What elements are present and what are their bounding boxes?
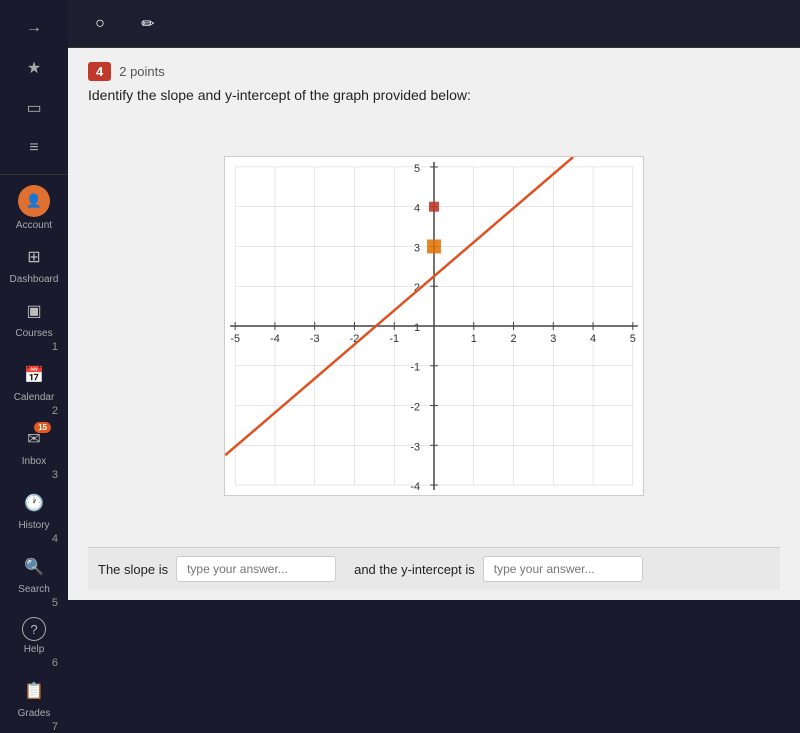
search-icon: 🔍 <box>20 553 48 581</box>
svg-text:-2: -2 <box>410 402 420 414</box>
svg-text:4: 4 <box>590 333 596 345</box>
dashboard-icon: ⊞ <box>20 243 48 271</box>
circle-button[interactable]: ○ <box>80 6 120 42</box>
account-label: Account <box>16 220 52 231</box>
pin-button[interactable]: ★ <box>14 50 54 86</box>
help-label: Help <box>24 644 45 655</box>
help-icon: ? <box>22 617 46 641</box>
courses-label: Courses <box>15 328 52 339</box>
svg-text:-4: -4 <box>410 481 420 493</box>
svg-text:3: 3 <box>414 242 420 254</box>
inbox-badge-wrapper: ✉ 15 <box>20 425 48 453</box>
dashboard-label: Dashboard <box>10 274 59 285</box>
row-number-4: 4 <box>0 533 68 545</box>
courses-icon: ▣ <box>20 297 48 325</box>
main-content: ○ ✏ 4 2 points Identify the slope and y-… <box>68 0 800 600</box>
points-label: 2 points <box>119 64 165 79</box>
question-number: 4 <box>88 62 111 81</box>
pencil-button[interactable]: ✏ <box>128 6 168 42</box>
grades-icon: 📋 <box>20 677 48 705</box>
calendar-icon: 📅 <box>20 361 48 389</box>
collapse-button[interactable]: → <box>14 10 54 46</box>
question-header: 4 2 points <box>88 62 780 81</box>
square-button[interactable]: ▭ <box>14 90 54 126</box>
coordinate-graph: -5 -4 -3 -2 -1 1 2 3 4 5 5 4 3 2 1 -1 <box>224 156 644 496</box>
square-icon: ▭ <box>26 98 41 118</box>
svg-text:3: 3 <box>550 333 556 345</box>
row-number-1: 1 <box>0 341 68 353</box>
sidebar-item-search[interactable]: 🔍 Search <box>0 547 68 601</box>
sidebar-item-courses[interactable]: ▣ Courses <box>0 291 68 345</box>
row-number-5: 5 <box>0 597 68 609</box>
question-text: Identify the slope and y-intercept of th… <box>88 87 780 103</box>
row-number-2: 2 <box>0 405 68 417</box>
pencil-icon: ✏ <box>141 14 154 34</box>
sidebar-item-inbox[interactable]: ✉ 15 Inbox <box>0 419 68 473</box>
sidebar-item-help[interactable]: ? Help <box>0 611 68 661</box>
svg-text:2: 2 <box>510 333 516 345</box>
row-number-6: 6 <box>0 657 68 669</box>
pin-icon: ★ <box>27 58 41 78</box>
svg-text:1: 1 <box>414 322 420 334</box>
graph-container: -5 -4 -3 -2 -1 1 2 3 4 5 5 4 3 2 1 -1 <box>88 113 780 539</box>
svg-text:1: 1 <box>471 333 477 345</box>
slope-label: The slope is <box>98 562 168 577</box>
sidebar-item-grades[interactable]: 📋 Grades <box>0 671 68 725</box>
history-label: History <box>18 520 49 531</box>
list-button[interactable]: ≡ <box>14 130 54 166</box>
inbox-badge: 15 <box>34 422 51 433</box>
svg-text:-1: -1 <box>410 362 420 374</box>
search-label: Search <box>18 584 50 595</box>
intercept-label: and the y-intercept is <box>354 562 475 577</box>
list-icon: ≡ <box>29 139 38 157</box>
svg-text:-3: -3 <box>310 333 320 345</box>
calendar-label: Calendar <box>14 392 55 403</box>
inbox-label: Inbox <box>22 456 46 467</box>
row-number-7: 7 <box>0 721 68 733</box>
grades-label: Grades <box>18 708 51 719</box>
avatar: 👤 <box>18 185 50 217</box>
content-area: 4 2 points Identify the slope and y-inte… <box>68 48 800 600</box>
sidebar: → ★ ▭ ≡ 👤 Account ⊞ Dashboard ▣ Courses … <box>0 0 68 600</box>
history-icon: 🕐 <box>20 489 48 517</box>
svg-text:4: 4 <box>414 203 420 215</box>
svg-text:-4: -4 <box>270 333 280 345</box>
svg-text:5: 5 <box>630 333 636 345</box>
svg-text:5: 5 <box>414 163 420 175</box>
sidebar-item-calendar[interactable]: 📅 Calendar <box>0 355 68 409</box>
circle-icon: ○ <box>95 15 105 33</box>
slope-input[interactable] <box>176 556 336 582</box>
svg-text:-1: -1 <box>389 333 399 345</box>
collapse-icon: → <box>26 19 42 37</box>
sidebar-top-icons: → ★ ▭ ≡ <box>0 8 68 175</box>
sidebar-item-history[interactable]: 🕐 History <box>0 483 68 537</box>
top-bar: ○ ✏ <box>68 0 800 48</box>
svg-text:-3: -3 <box>410 441 420 453</box>
answer-row: The slope is and the y-intercept is <box>88 547 780 590</box>
sidebar-item-dashboard[interactable]: ⊞ Dashboard <box>0 237 68 291</box>
intercept-input[interactable] <box>483 556 643 582</box>
svg-text:-5: -5 <box>230 333 240 345</box>
row-number-3: 3 <box>0 469 68 481</box>
sidebar-item-account[interactable]: 👤 Account <box>0 179 68 237</box>
